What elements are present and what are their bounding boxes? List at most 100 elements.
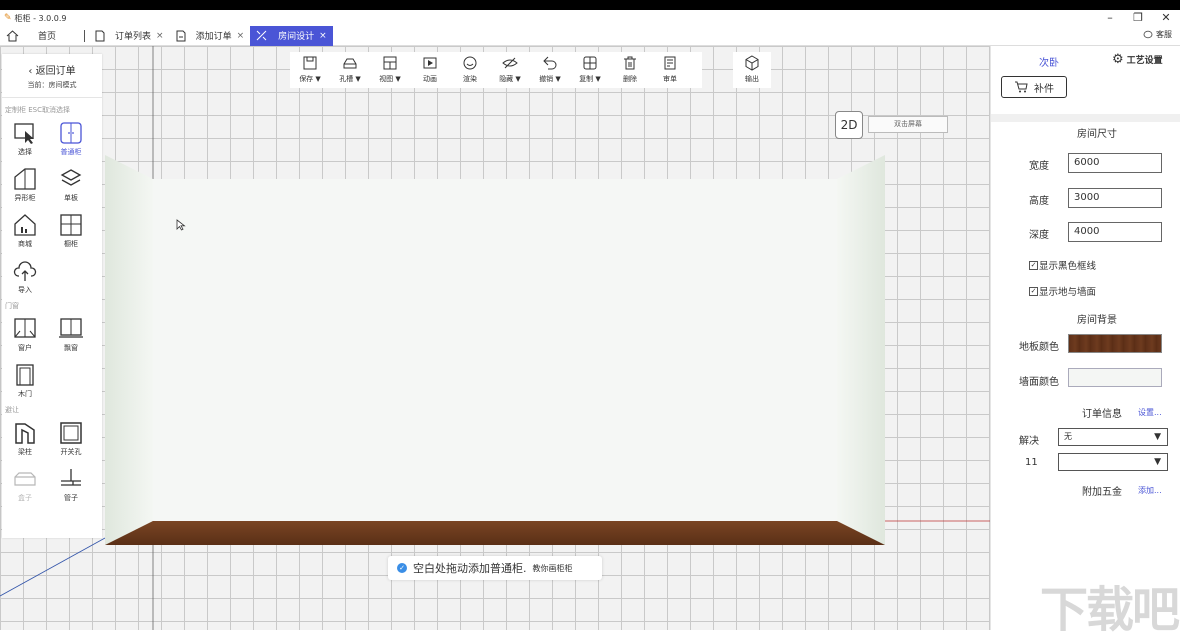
section-custom-label: 定制柜 ESC取消选择: [5, 106, 70, 114]
gear-icon: ⚙: [1112, 52, 1124, 67]
tool-select[interactable]: 选择: [2, 117, 48, 163]
floor-color-swatch[interactable]: [1068, 334, 1162, 353]
layers-icon: [60, 169, 82, 186]
tool-kitchen-cabinet[interactable]: 橱柜: [48, 209, 94, 255]
tool-label: 导入: [18, 286, 32, 294]
tool-wood-door[interactable]: 木门: [2, 359, 48, 405]
view-grid-icon: [383, 56, 397, 70]
tool-import[interactable]: 导入: [2, 255, 48, 301]
dual-screen-button[interactable]: 双击屏幕: [868, 116, 948, 133]
toolbar-copy[interactable]: 复制 ▼: [570, 52, 610, 88]
toolbar-save[interactable]: 保存 ▼: [290, 52, 330, 88]
eleven-label: 11: [1025, 457, 1038, 468]
bujian-button[interactable]: 补件: [1001, 76, 1067, 98]
tool-label: 开关孔: [60, 448, 82, 456]
window-title: 柜柜 - 3.0.0.9: [14, 13, 67, 23]
toolbar-label: 渲染: [463, 75, 477, 83]
tool-beam-column[interactable]: 梁柱: [2, 417, 48, 463]
toolbar-undo[interactable]: 撤销 ▼: [530, 52, 570, 88]
toolbar-view[interactable]: 视图 ▼: [370, 52, 410, 88]
solve-select[interactable]: 无 ▼: [1058, 428, 1168, 446]
toolbar-label: 撤销 ▼: [539, 75, 561, 83]
pipe-icon: [61, 469, 81, 486]
tool-box[interactable]: 盒子: [2, 463, 48, 509]
wall-color-swatch[interactable]: [1068, 368, 1162, 387]
customer-service[interactable]: 客服: [1143, 29, 1172, 40]
toolbar-render[interactable]: 渲染: [450, 52, 490, 88]
show-floor-wall-checkbox[interactable]: ✓ 显示地与墙面: [1029, 284, 1096, 298]
tab-close-icon[interactable]: ×: [156, 31, 164, 41]
toolbar-label: 复制 ▼: [579, 75, 601, 83]
check-icon: ✓: [397, 563, 407, 573]
store-icon: [14, 214, 36, 236]
tab-order-list-label: 订单列表: [115, 32, 152, 42]
minimize-button[interactable]: –: [1096, 10, 1124, 26]
toolbar-label: 隐藏 ▼: [499, 75, 521, 83]
tool-mall[interactable]: 商城: [2, 209, 48, 255]
tool-label: 选择: [18, 148, 32, 156]
tab-add-order-label: 添加订单: [195, 32, 232, 42]
chat-icon: [1143, 30, 1153, 38]
toolbar-hole-slot[interactable]: 孔槽 ▼: [330, 52, 370, 88]
tool-label: 木门: [18, 390, 32, 398]
right-property-panel: 次卧 ⚙ 工艺设置 补件 房间尺寸 宽度 6000 高度 3000 深度 400…: [990, 46, 1180, 630]
hole-slot-icon: [343, 58, 357, 69]
toolbar-hide[interactable]: 隐藏 ▼: [490, 52, 530, 88]
box-icon: [14, 472, 36, 486]
right-wall: [837, 155, 885, 545]
tool-switch-hole[interactable]: 开关孔: [48, 417, 94, 463]
dropdown-arrow-icon: ▼: [1154, 457, 1161, 467]
tab-divider: [84, 29, 86, 42]
door-icon: [16, 364, 34, 386]
export-button[interactable]: 输出: [733, 52, 771, 88]
toolbar-delete[interactable]: 删除: [610, 52, 650, 88]
tool-single-board[interactable]: 单板: [48, 163, 94, 209]
tool-label: 橱柜: [64, 240, 78, 248]
toolbar-review[interactable]: 审单: [650, 52, 690, 88]
depth-input[interactable]: 4000: [1068, 222, 1162, 242]
top-black-bar: [0, 0, 1180, 10]
close-button[interactable]: ✕: [1152, 10, 1180, 26]
tab-order-list[interactable]: 订单列表 ×: [89, 26, 170, 46]
tool-label: 单板: [64, 194, 78, 202]
maximize-button[interactable]: ❐: [1124, 10, 1152, 26]
window-icon: [14, 318, 36, 338]
tool-shaped-cabinet[interactable]: 异形柜: [2, 163, 48, 209]
tool-bay-window[interactable]: 飘窗: [48, 313, 94, 359]
document-icon: [95, 30, 105, 41]
height-input[interactable]: 3000: [1068, 188, 1162, 208]
tool-label: 盒子: [18, 494, 32, 502]
cabinet-icon: [60, 122, 82, 144]
width-label: 宽度: [1029, 161, 1049, 172]
width-input[interactable]: 6000: [1068, 153, 1162, 173]
tab-close-icon[interactable]: ×: [237, 31, 245, 41]
process-settings-button[interactable]: ⚙ 工艺设置: [1112, 52, 1163, 67]
tool-normal-cabinet[interactable]: 普通柜: [48, 117, 94, 163]
hint-text: 空白处拖动添加普通柜.: [413, 562, 527, 575]
order-info-settings-link[interactable]: 设置...: [1138, 407, 1162, 418]
tab-add-order[interactable]: 添加订单 ×: [170, 26, 251, 46]
toolbar-animation[interactable]: 动画: [410, 52, 450, 88]
left-tool-panel: ‹ 返回订单 当前：房间模式 定制柜 ESC取消选择 选择 普通柜 异形柜 单板…: [2, 54, 102, 538]
show-black-frame-checkbox[interactable]: ✓ 显示黑色框线: [1029, 258, 1096, 272]
back-to-order[interactable]: ‹ 返回订单 当前：房间模式: [2, 54, 102, 98]
tool-window[interactable]: 窗户: [2, 313, 48, 359]
toolbar-label: 审单: [663, 75, 677, 83]
height-label: 高度: [1029, 196, 1049, 207]
view-2d-button[interactable]: 2D: [835, 111, 863, 139]
tab-room-design[interactable]: 房间设计 ×: [250, 25, 333, 46]
tool-label: 飘窗: [64, 344, 78, 352]
add-hardware-link[interactable]: 添加...: [1138, 485, 1162, 496]
solve-label: 解决: [1019, 436, 1039, 447]
hardware-title: 附加五金: [1082, 487, 1122, 498]
tab-close-icon[interactable]: ×: [319, 31, 327, 41]
left-wall: [105, 155, 153, 545]
render-icon: [463, 56, 477, 70]
room-name-tab[interactable]: 次卧: [1039, 54, 1059, 69]
tutorial-link[interactable]: 教你画柜柜: [533, 563, 573, 574]
eleven-select[interactable]: ▼: [1058, 453, 1168, 471]
checkbox-icon: ✓: [1029, 260, 1038, 270]
room-3d-view[interactable]: [105, 155, 885, 545]
tool-pipe[interactable]: 管子: [48, 463, 94, 509]
tab-home[interactable]: 首页: [0, 26, 62, 46]
